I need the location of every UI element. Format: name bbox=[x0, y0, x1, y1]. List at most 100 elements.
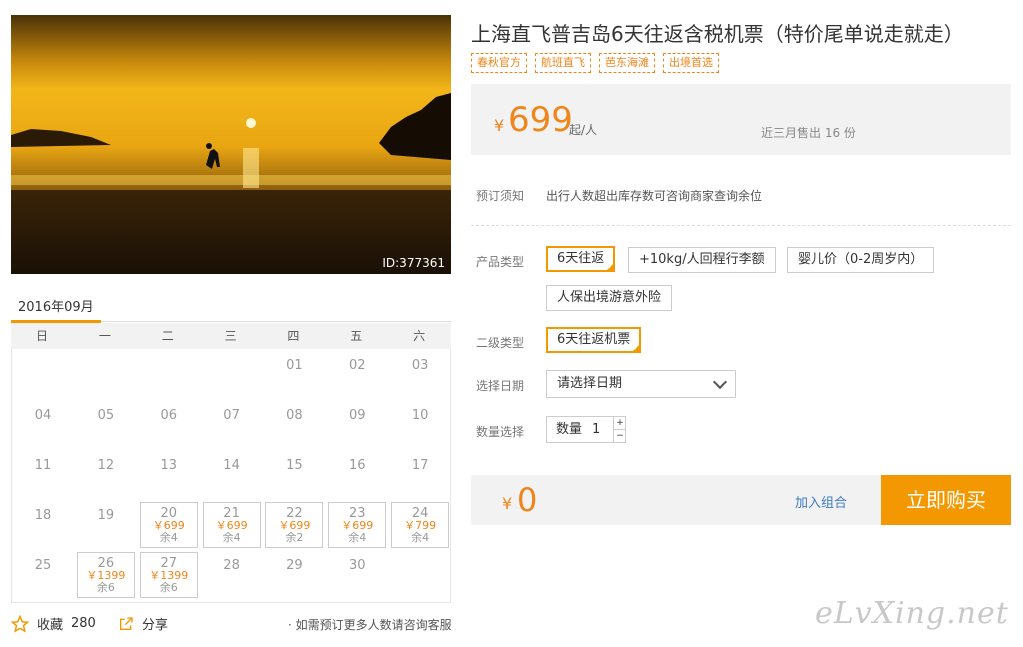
day-remaining: 余2 bbox=[285, 531, 304, 544]
calendar-day: 03 bbox=[391, 352, 449, 398]
date-label: 选择日期 bbox=[476, 379, 525, 393]
quantity-prefix: 数量 bbox=[556, 422, 583, 437]
type-option-label: 6天往返 bbox=[557, 251, 605, 266]
day-number: 29 bbox=[286, 558, 303, 573]
day-number: 24 bbox=[411, 506, 429, 521]
day-number: 08 bbox=[286, 408, 303, 423]
subtype-option-ticket[interactable]: 6天往返机票 ✓ bbox=[546, 327, 642, 353]
calendar-day: 30 bbox=[328, 552, 386, 598]
day-remaining: 余6 bbox=[96, 581, 115, 594]
type-option-label: 人保出境游意外险 bbox=[557, 290, 662, 305]
product-type-label: 产品类型 bbox=[476, 255, 525, 269]
add-combo-link[interactable]: 加入组合 bbox=[795, 492, 847, 511]
calendar-day: 09 bbox=[328, 402, 386, 448]
product-tag: 芭东海滩 bbox=[599, 53, 655, 73]
photo-id-label: ID:377361 bbox=[382, 256, 445, 270]
watermark: eLvXing.net bbox=[815, 596, 1009, 631]
increment-button[interactable]: + bbox=[613, 417, 626, 430]
date-select-value: 请选择日期 bbox=[557, 376, 623, 391]
calendar-day-available[interactable]: 26 ￥1399 余6 bbox=[76, 552, 135, 598]
day-number: 05 bbox=[97, 408, 115, 423]
day-number: 03 bbox=[411, 358, 429, 373]
calendar-day-available[interactable]: 21 ￥699 余4 bbox=[202, 502, 261, 548]
weekday-label: 四 bbox=[287, 329, 300, 343]
day-number: 07 bbox=[223, 408, 240, 423]
day-number: 16 bbox=[349, 458, 366, 473]
booking-notice-label: 预订须知 bbox=[476, 189, 525, 203]
calendar-month: 2016年09月 bbox=[18, 300, 94, 315]
type-option-infant[interactable]: 婴儿价（0-2周岁内） bbox=[787, 247, 935, 273]
booking-notice-text: 出行人数超出库存数可咨询商家查询余位 bbox=[546, 189, 763, 203]
calendar-day-available[interactable]: 27 ￥1399 余6 bbox=[139, 552, 198, 598]
day-number: 23 bbox=[349, 506, 366, 521]
product-tag: 春秋官方 bbox=[471, 53, 527, 73]
day-number: 18 bbox=[34, 508, 52, 523]
day-number: 11 bbox=[34, 458, 52, 473]
type-option-label: +10kg/人回程行李额 bbox=[639, 252, 765, 267]
sunset-beach-image bbox=[11, 15, 451, 274]
buy-now-button[interactable]: 立即购买 bbox=[881, 475, 1011, 525]
day-number: 25 bbox=[34, 558, 52, 573]
day-number: 01 bbox=[286, 358, 303, 373]
subtype-option-label: 6天往返机票 bbox=[557, 332, 631, 347]
product-tags: 春秋官方 航班直飞 芭东海滩 出境首选 bbox=[471, 53, 719, 73]
calendar-day-available[interactable]: 24 ￥799 余4 bbox=[391, 502, 450, 548]
share-button[interactable]: 分享 bbox=[118, 614, 168, 633]
calendar-day: 05 bbox=[77, 402, 135, 448]
weekday-label: 二 bbox=[161, 329, 174, 343]
sold-count: 近三月售出 16 份 bbox=[761, 126, 856, 140]
day-number: 10 bbox=[411, 408, 429, 423]
type-option-luggage[interactable]: +10kg/人回程行李额 bbox=[628, 247, 776, 273]
quantity-label: 数量选择 bbox=[476, 425, 525, 439]
weekday-label: 一 bbox=[98, 329, 111, 343]
check-icon: ✓ bbox=[633, 344, 640, 352]
day-number: 20 bbox=[160, 506, 177, 521]
calendar-day-available[interactable]: 23 ￥699 余4 bbox=[328, 502, 387, 548]
day-remaining: 余4 bbox=[348, 531, 367, 544]
favorite-button[interactable]: 收藏 280 bbox=[11, 614, 96, 633]
day-number: 15 bbox=[286, 458, 303, 473]
star-icon bbox=[11, 614, 29, 633]
calendar-day: 29 bbox=[265, 552, 323, 598]
day-number: 21 bbox=[223, 506, 240, 521]
day-number: 27 bbox=[160, 556, 177, 571]
product-tag: 航班直飞 bbox=[535, 53, 591, 73]
calendar-day: 28 bbox=[203, 552, 261, 598]
decrement-button[interactable]: − bbox=[613, 430, 626, 442]
product-photo: ID:377361 bbox=[11, 15, 451, 274]
calendar-day: 19 bbox=[77, 502, 135, 548]
chevron-down-icon bbox=[712, 374, 728, 390]
price-currency: ¥ bbox=[494, 116, 505, 135]
day-number: 14 bbox=[223, 458, 240, 473]
day-number: 30 bbox=[349, 558, 366, 573]
calendar-grid: 01 02 03 04 05 06 07 08 09 10 11 12 13 14 15 16 17 18 19 20… bbox=[11, 349, 451, 603]
calendar-day: 02 bbox=[328, 352, 386, 398]
day-number: 09 bbox=[349, 408, 366, 423]
quantity-value[interactable]: 1 bbox=[592, 417, 600, 442]
total-currency: ¥ bbox=[502, 494, 513, 513]
day-number: 19 bbox=[97, 508, 115, 523]
calendar-day: 06 bbox=[140, 402, 198, 448]
date-select[interactable]: 请选择日期 bbox=[546, 370, 736, 398]
weekday-label: 三 bbox=[224, 329, 237, 343]
check-icon: ✓ bbox=[607, 263, 614, 271]
day-number: 12 bbox=[97, 458, 115, 473]
calendar-day: 18 bbox=[14, 502, 72, 548]
type-option-label: 婴儿价（0-2周岁内） bbox=[798, 252, 924, 267]
type-option-6day[interactable]: 6天往返 ✓ bbox=[546, 246, 616, 272]
weekday-label: 五 bbox=[350, 329, 363, 343]
section-divider bbox=[471, 225, 1011, 226]
quantity-stepper[interactable]: 数量 1 + − bbox=[546, 416, 626, 443]
day-number: 04 bbox=[34, 408, 52, 423]
price-value: 699 bbox=[508, 100, 573, 140]
type-option-insurance[interactable]: 人保出境游意外险 bbox=[546, 285, 673, 311]
day-number: 06 bbox=[160, 408, 177, 423]
share-icon bbox=[120, 616, 133, 630]
calendar-day-available[interactable]: 20 ￥699 余4 bbox=[139, 502, 198, 548]
calendar-day-available[interactable]: 22 ￥699 余2 bbox=[265, 502, 324, 548]
calendar-day: 11 bbox=[14, 452, 72, 498]
day-number: 22 bbox=[286, 506, 303, 521]
calendar-day: 14 bbox=[203, 452, 261, 498]
day-remaining: 余4 bbox=[159, 531, 178, 544]
subtype-label: 二级类型 bbox=[476, 336, 525, 350]
